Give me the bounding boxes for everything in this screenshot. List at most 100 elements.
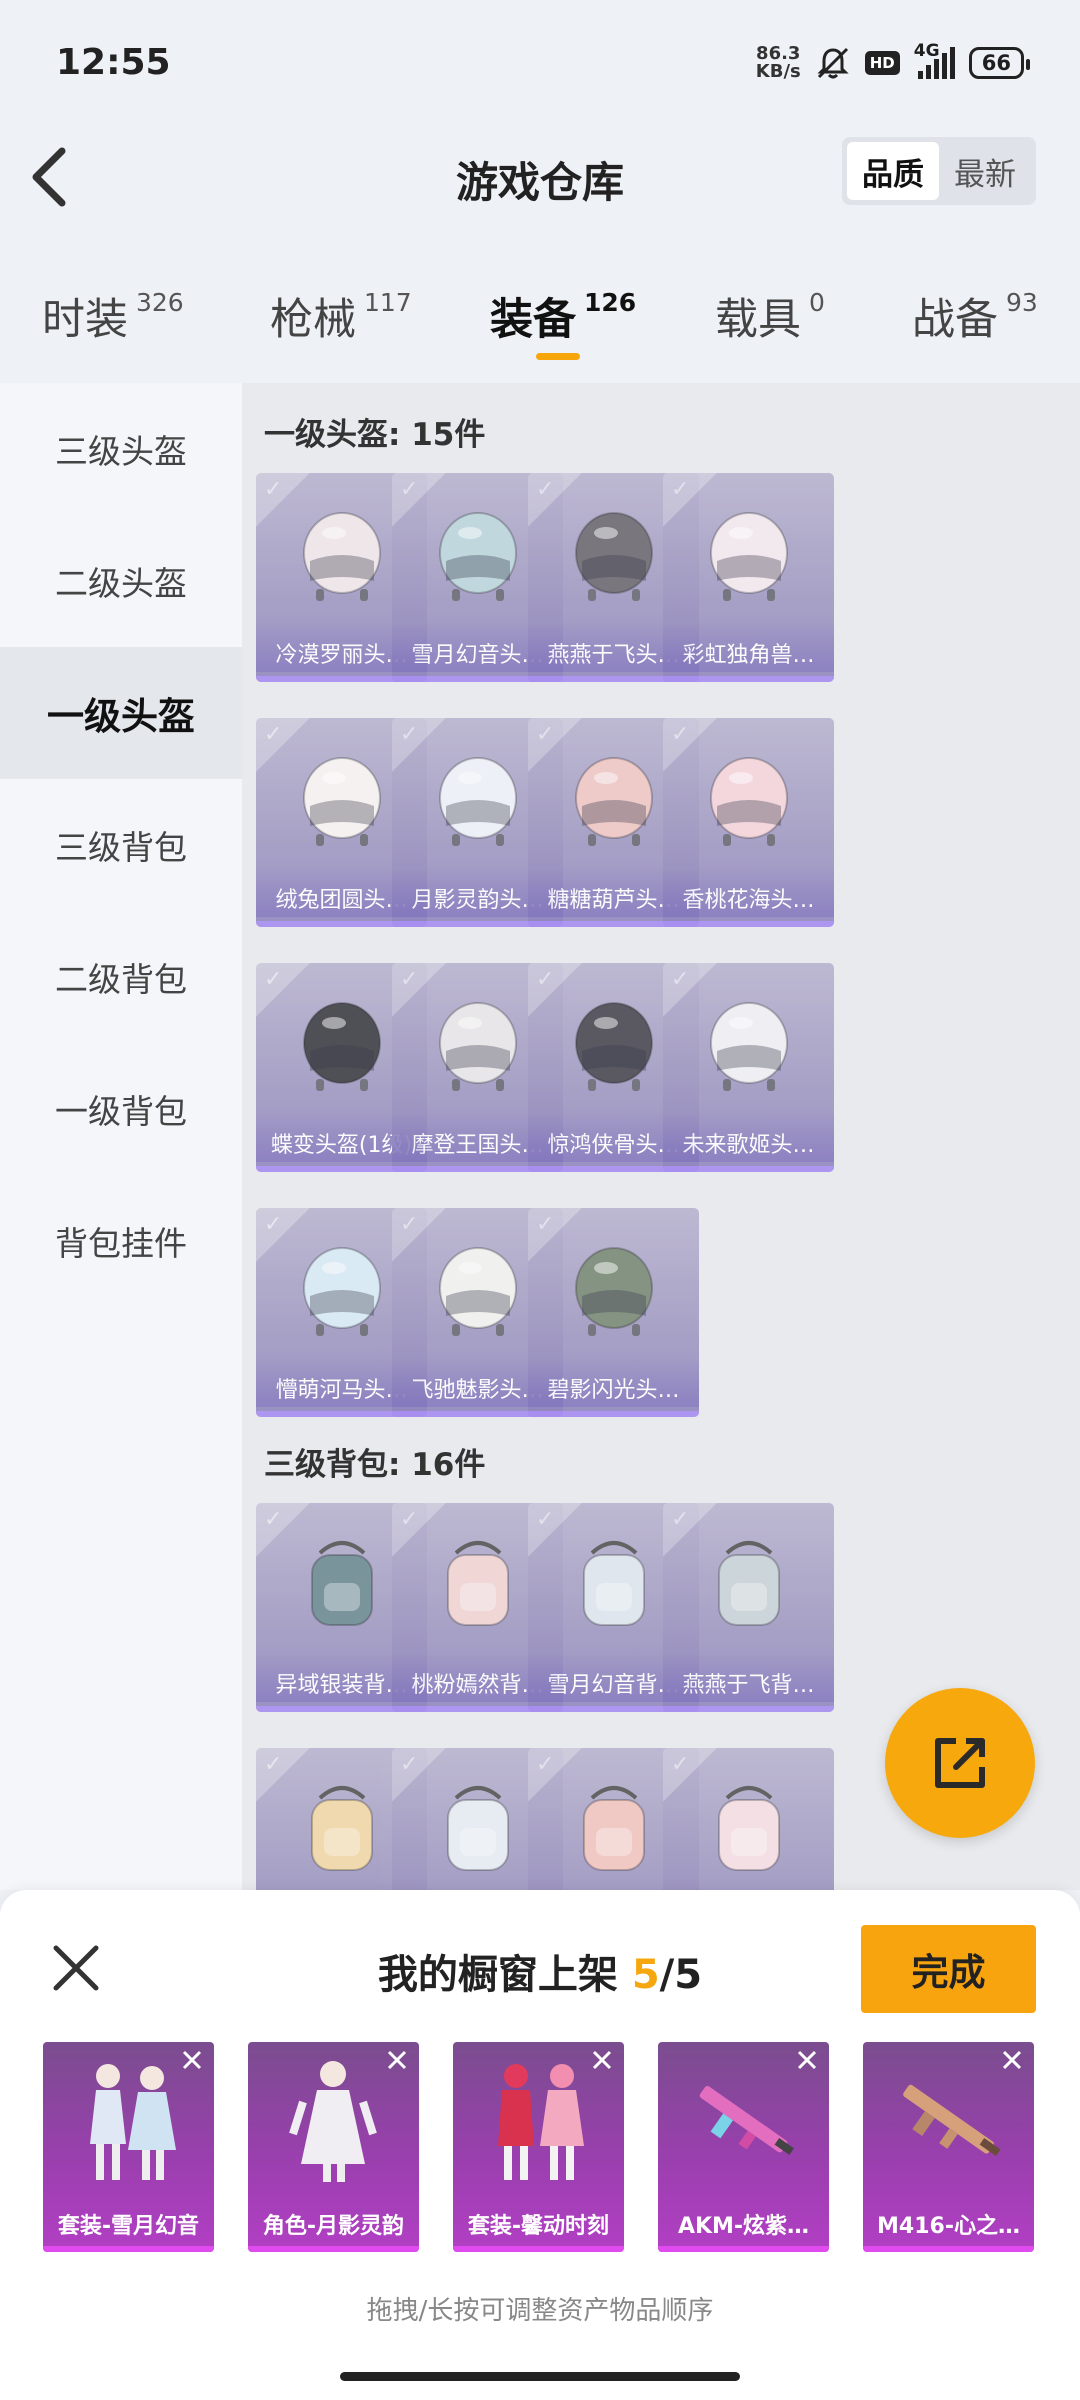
tab-count: 0 (809, 288, 825, 317)
done-button[interactable]: 完成 (861, 1925, 1036, 2013)
showcase-item[interactable]: AKM-炫紫… (658, 2042, 829, 2252)
check-icon: ✓ (536, 477, 555, 502)
item-image (273, 2054, 394, 2186)
item-image (430, 1238, 526, 1346)
item-image (294, 748, 390, 856)
status-bar: 12:55 86.3 KB/s HD 4G 66 (0, 0, 1080, 125)
item-image (888, 2054, 1009, 2186)
showcase-item[interactable]: 角色-月影灵韵 (248, 2042, 419, 2252)
showcase-item[interactable]: 套装-馨动时刻 (453, 2042, 624, 2252)
item-label: AKM-炫紫… (677, 2214, 810, 2239)
helmet-card[interactable]: ✓ 彩虹独角兽… (663, 473, 834, 682)
check-icon: ✓ (536, 967, 555, 992)
share-button[interactable] (885, 1688, 1035, 1838)
check-icon: ✓ (400, 722, 419, 747)
helmet-card[interactable]: ✓ 未来歌姬头… (663, 963, 834, 1172)
item-image (294, 1778, 390, 1886)
item-image (294, 503, 390, 611)
sort-toggle[interactable]: 品质 最新 (842, 137, 1036, 205)
home-indicator[interactable] (340, 2372, 740, 2381)
signal-icon: 4G (914, 41, 955, 79)
check-icon: ✓ (671, 1507, 690, 1532)
section-title-helmet-1: 一级头盔: 15件 (264, 417, 486, 453)
item-image (294, 1533, 390, 1641)
tab-count: 117 (364, 288, 412, 317)
item-label: 彩虹独角兽… (663, 622, 834, 672)
rarity-bar (658, 2246, 829, 2252)
sidebar-item-backpack-1[interactable]: 一级背包 (0, 1043, 242, 1175)
item-image (430, 1778, 526, 1886)
tab-label: 枪械 (270, 295, 356, 345)
check-icon: ✓ (264, 477, 283, 502)
check-icon: ✓ (671, 967, 690, 992)
item-image (68, 2054, 189, 2186)
reorder-hint: 拖拽/长按可调整资产物品顺序 (366, 2296, 714, 2326)
bell-muted-icon (817, 47, 849, 78)
showcase-count-max: 5 (674, 1952, 703, 1998)
check-icon: ✓ (671, 1752, 690, 1777)
sidebar-item-helmet-2[interactable]: 二级头盔 (0, 515, 242, 647)
item-image (701, 993, 797, 1101)
battery-icon: 66 (968, 46, 1031, 79)
showcase-count-separator: / (659, 1952, 675, 1998)
network-type: 4G (913, 40, 940, 61)
item-label: 碧影闪光头… (528, 1357, 699, 1407)
item-image (701, 1533, 797, 1641)
tab-fashion[interactable]: 时装 326 (42, 285, 184, 347)
sidebar-item-helmet-1[interactable]: 一级头盔 (0, 647, 242, 779)
status-icons: 86.3 KB/s HD 4G 66 (756, 41, 1031, 81)
check-icon: ✓ (264, 1212, 283, 1237)
item-image (294, 1238, 390, 1346)
showcase-item[interactable]: 套装-雪月幻音 (43, 2042, 214, 2252)
helmet-card[interactable]: ✓ 香桃花海头… (663, 718, 834, 927)
backpack-card[interactable]: ✓ 燕燕于飞背… (663, 1503, 834, 1712)
backpack-card[interactable]: ✓ (663, 1748, 834, 1890)
item-image (430, 503, 526, 611)
tab-count: 126 (584, 288, 637, 317)
sidebar-item-backpack-2[interactable]: 二级背包 (0, 911, 242, 1043)
item-image (566, 748, 662, 856)
sort-newest[interactable]: 最新 (939, 142, 1031, 200)
tab-label: 时装 (42, 295, 128, 345)
rarity-bar (663, 1166, 834, 1172)
item-label: 套装-雪月幻音 (57, 2214, 200, 2239)
check-icon: ✓ (264, 967, 283, 992)
tab-count: 326 (136, 288, 184, 317)
item-image (430, 748, 526, 856)
tab-weapons[interactable]: 枪械 117 (270, 285, 412, 347)
check-icon: ✓ (400, 1212, 419, 1237)
item-image (566, 503, 662, 611)
item-grid: 一级头盔: 15件 三级背包: 16件 ✓ 冷漠罗丽头… ✓ 雪月幻音头… ✓ 燕燕于飞头… (242, 383, 1080, 1890)
sort-quality[interactable]: 品质 (847, 142, 939, 200)
check-icon: ✓ (536, 1752, 555, 1777)
check-icon: ✓ (400, 1507, 419, 1532)
helmet-card[interactable]: ✓ 碧影闪光头… (528, 1208, 699, 1417)
sidebar-item-helmet-3[interactable]: 三级头盔 (0, 383, 242, 515)
active-tab-indicator (536, 353, 580, 360)
check-icon: ✓ (536, 722, 555, 747)
item-image (478, 2054, 599, 2186)
rarity-bar (663, 921, 834, 927)
check-icon: ✓ (536, 1507, 555, 1532)
showcase-item[interactable]: M416-心之… (863, 2042, 1034, 2252)
item-image (430, 1533, 526, 1641)
tab-label: 载具 (715, 295, 801, 345)
sidebar-item-backpack-3[interactable]: 三级背包 (0, 779, 242, 911)
section-title-backpack-3: 三级背包: 16件 (264, 1447, 486, 1483)
item-label: M416-心之… (877, 2214, 1020, 2239)
tab-vehicles[interactable]: 载具 0 (715, 285, 825, 347)
header: 游戏仓库 品质 最新 (0, 125, 1080, 225)
tab-supplies[interactable]: 战备 93 (912, 285, 1038, 347)
showcase-count-current: 5 (631, 1952, 660, 1998)
tab-equipment[interactable]: 装备 126 (490, 285, 636, 347)
showcase-shelf: 套装-雪月幻音 角色-月影灵韵 套装-馨动时刻 AKM-炫紫… M416-心之… (43, 2042, 1043, 2252)
category-tabs: 时装 326 枪械 117 装备 126 载具 0 战备 93 (0, 265, 1080, 365)
item-image (430, 993, 526, 1101)
sidebar-item-backpack-charm[interactable]: 背包挂件 (0, 1175, 242, 1307)
check-icon: ✓ (671, 477, 690, 502)
item-image (566, 1778, 662, 1886)
item-image (294, 993, 390, 1101)
item-image (701, 503, 797, 611)
tab-label: 战备 (912, 295, 998, 345)
rarity-bar (863, 2246, 1034, 2252)
